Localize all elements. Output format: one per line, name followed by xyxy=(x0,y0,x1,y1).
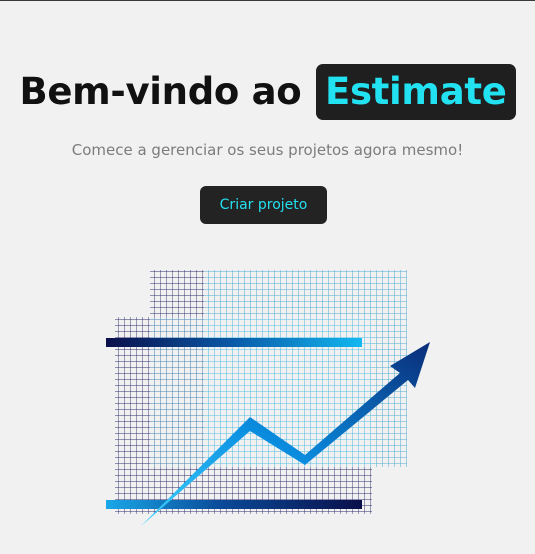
brand-badge: Estimate xyxy=(315,64,516,120)
create-project-button[interactable]: Criar projeto xyxy=(200,186,327,224)
title-prefix: Bem-vindo ao xyxy=(19,70,302,113)
hero-subtitle: Comece a gerenciar os seus projetos agor… xyxy=(71,141,464,159)
page-title: Bem-vindo ao Estimate xyxy=(0,62,535,122)
growth-chart-icon xyxy=(106,270,430,527)
bottom-bar xyxy=(106,500,362,509)
top-bar xyxy=(106,338,362,347)
top-border xyxy=(0,0,535,1)
